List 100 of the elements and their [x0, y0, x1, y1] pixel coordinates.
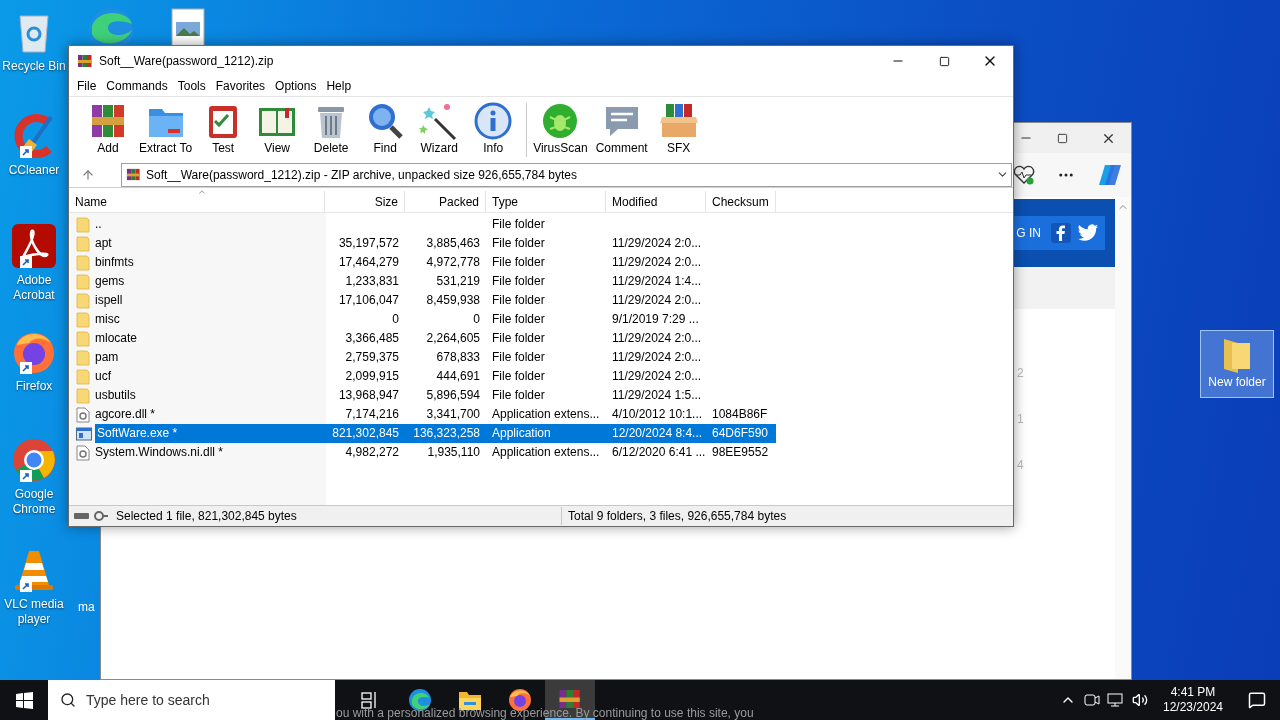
maximize-icon[interactable]: [1056, 132, 1068, 144]
file-name: System.Windows.ni.dll *: [94, 444, 225, 461]
column-header[interactable]: Checksum: [706, 191, 776, 212]
shortcut-label: CCleaner: [8, 163, 60, 178]
file-row[interactable]: mlocate 3,366,485 2,264,605 File folder 11/29/2024 2:0...: [69, 329, 1013, 348]
toolbar-button[interactable]: Add: [81, 100, 135, 159]
copilot-icon[interactable]: [1097, 163, 1123, 187]
column-header[interactable]: Type: [486, 191, 606, 212]
toolbar-button[interactable]: Test: [196, 100, 251, 159]
browser-footer-text: ou with a personalized browsing experience. By continuing to use this site, you: [336, 706, 754, 720]
toolbar-button[interactable]: Extract To: [135, 100, 197, 159]
image-file-icon[interactable]: [171, 8, 205, 48]
heartbeat-icon[interactable]: [1013, 165, 1035, 185]
toolbar-button[interactable]: Find: [358, 100, 413, 159]
table-cell: 2,759,375: [345, 350, 399, 364]
file-row[interactable]: apt 35,197,572 3,885,463 File folder 11/29/2024 2:0...: [69, 234, 1013, 253]
folder-shortcut[interactable]: New folder: [1200, 330, 1274, 398]
toolbar-button[interactable]: Delete: [304, 100, 359, 159]
file-row[interactable]: ispell 17,106,047 8,459,938 File folder 11/29/2024 2:0...: [69, 291, 1013, 310]
table-cell: File folder: [492, 350, 545, 364]
table-cell: 11/29/2024 2:0...: [612, 369, 702, 383]
table-cell: 8,459,938: [426, 293, 480, 307]
volume-icon[interactable]: [1132, 692, 1148, 708]
clock-date: 12/23/2024: [1162, 700, 1224, 715]
menu-item[interactable]: Options: [270, 77, 322, 95]
table-cell: 11/29/2024 1:4...: [612, 274, 702, 288]
shortcut-arrow-icon: [20, 256, 32, 268]
shortcut-label: Adobe Acrobat: [12, 273, 56, 303]
folder-icon: [76, 368, 90, 385]
table-cell: 4,982,272: [345, 445, 399, 459]
file-row[interactable]: System.Windows.ni.dll * 4,982,272 1,935,110 Application extens... 6/12/2020 6:41 ... 98EE9552: [69, 443, 1013, 462]
notification-icon[interactable]: [1248, 691, 1266, 709]
menu-item[interactable]: File: [72, 77, 102, 95]
table-cell: 3,341,700: [426, 407, 480, 421]
login-link[interactable]: G IN: [1016, 224, 1041, 242]
file-row[interactable]: binfmts 17,464,279 4,972,778 File folder 11/29/2024 2:0...: [69, 253, 1013, 272]
address-field[interactable]: Soft__Ware(password_1212).zip - ZIP archive, unpacked size 926,655,784 bytes: [121, 162, 1012, 187]
column-header[interactable]: Packed: [405, 191, 486, 212]
toolbar-button[interactable]: Comment: [591, 100, 652, 159]
search-field[interactable]: Type here to search: [48, 680, 335, 720]
clock[interactable]: 4:41 PM 12/23/2024: [1152, 685, 1234, 715]
app-icon: [77, 53, 93, 69]
search-icon: [60, 692, 76, 708]
folder-icon: [76, 330, 90, 347]
file-name: misc: [94, 311, 121, 328]
column-header[interactable]: Name: [69, 191, 325, 212]
file-row[interactable]: gems 1,233,831 531,219 File folder 11/29/2024 1:4...: [69, 272, 1013, 291]
toolbar-button[interactable]: Info: [466, 100, 521, 159]
toolbar-button[interactable]: SFX: [651, 100, 706, 159]
file-row[interactable]: pam 2,759,375 678,833 File folder 11/29/2024 2:0...: [69, 348, 1013, 367]
facebook-icon[interactable]: [1051, 223, 1071, 243]
table-cell: File folder: [492, 388, 545, 402]
table-cell: 1084B86F: [712, 407, 768, 421]
table-cell: Application extens...: [492, 445, 600, 459]
desktop-shortcut[interactable]: VLC media player: [0, 546, 68, 627]
toolbar-button[interactable]: View: [250, 100, 305, 159]
file-row[interactable]: SoftWare.exe * 821,302,845 136,323,258 Application 12/20/2024 8:4... 64D6F590: [69, 424, 1013, 443]
folder-icon: [76, 273, 90, 290]
file-row[interactable]: usbutils 13,968,947 5,896,594 File folder 11/29/2024 1:5...: [69, 386, 1013, 405]
toolbar-button[interactable]: Wizard: [412, 100, 467, 159]
table-cell: 35,197,572: [338, 236, 399, 250]
table-cell: 821,302,845: [332, 426, 399, 440]
table-cell: 11/29/2024 2:0...: [612, 255, 702, 269]
menu-item[interactable]: Commands: [101, 77, 173, 95]
table-cell: 6/12/2020 6:41 ...: [612, 445, 706, 459]
table-cell: File folder: [492, 331, 545, 345]
twitter-icon[interactable]: [1077, 223, 1099, 243]
table-cell: 136,323,258: [413, 426, 480, 440]
file-name: binfmts: [94, 254, 135, 271]
table-cell: 17,464,279: [338, 255, 399, 269]
toolbar-button[interactable]: VirusScan: [529, 100, 592, 159]
menu-item[interactable]: Tools: [172, 77, 211, 95]
shortcut-label: Firefox: [15, 379, 53, 394]
file-row[interactable]: agcore.dll * 7,174,216 3,341,700 Application extens... 4/10/2012 10:1... 1084B86F: [69, 405, 1013, 424]
column-header[interactable]: Size: [325, 191, 405, 212]
menu-item[interactable]: Help: [321, 77, 357, 95]
file-row[interactable]: misc 0 0 File folder 9/1/2019 7:29 ...: [69, 310, 1013, 329]
shortcut-arrow-icon: [20, 470, 32, 482]
table-cell: 3,885,463: [426, 236, 480, 250]
pdf-app-icon: [11, 223, 57, 269]
table-cell: 17,106,047: [338, 293, 399, 307]
table-cell: 11/29/2024 2:0...: [612, 293, 702, 307]
shortcut-arrow-icon: [20, 580, 32, 592]
file-name: apt: [94, 235, 113, 252]
table-cell: 64D6F590: [712, 426, 769, 440]
list-number: 2: [1017, 365, 1025, 381]
table-cell: File folder: [492, 274, 545, 288]
table-cell: 678,833: [436, 350, 480, 364]
folder-icon: [76, 292, 90, 309]
sort-icon: [196, 187, 207, 197]
file-name: SoftWare.exe *: [95, 424, 325, 443]
file-row[interactable]: ucf 2,099,915 444,691 File folder 11/29/2024 2:0...: [69, 367, 1013, 386]
window-title: Soft__Ware(password_1212).zip: [99, 53, 274, 70]
table-cell: Application extens...: [492, 407, 600, 421]
menu-item[interactable]: Favorites: [210, 77, 271, 95]
shortcut-label: Google Chrome: [11, 487, 57, 517]
gear-file-icon: [76, 406, 90, 423]
up-arrow-icon[interactable]: [81, 167, 95, 182]
column-header[interactable]: Modified: [606, 191, 706, 212]
file-row[interactable]: .. File folder: [69, 215, 1013, 234]
